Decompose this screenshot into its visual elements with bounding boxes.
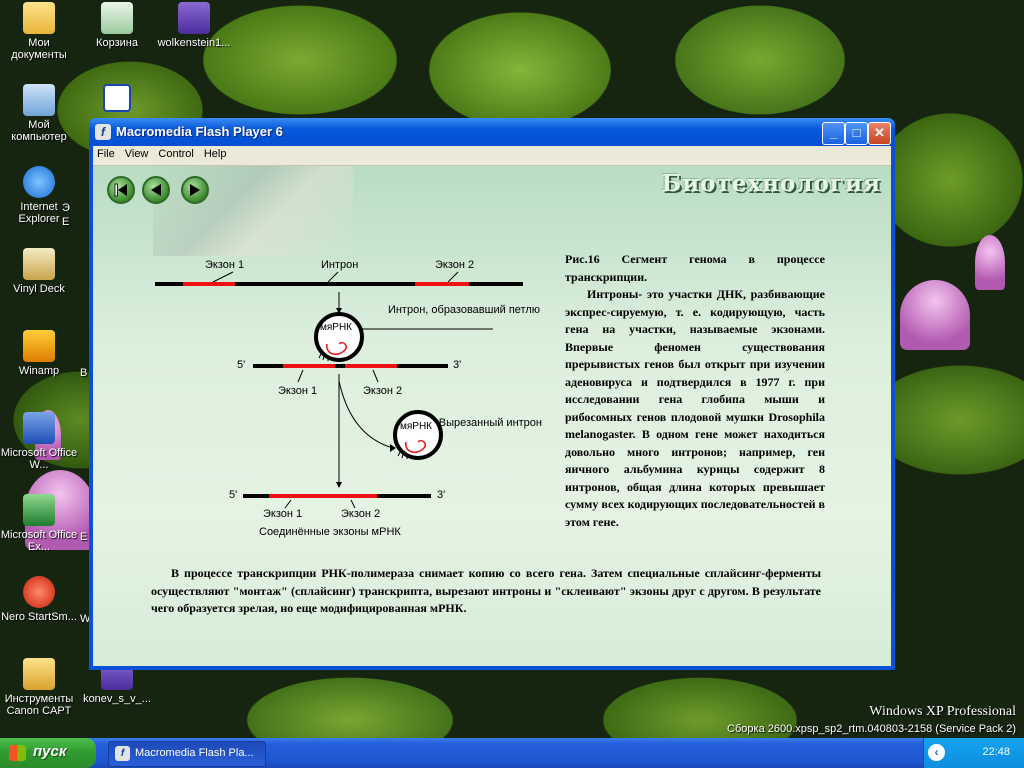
folder-icon <box>23 2 55 34</box>
brand-title: Биотехнология <box>661 170 881 197</box>
menu-file[interactable]: File <box>93 146 121 160</box>
icon-label: Корзина <box>96 37 138 49</box>
icon-label: Winamp <box>18 365 60 377</box>
partial-icon-label: E <box>62 216 70 228</box>
label-3prime-bottom: 3' <box>437 489 445 501</box>
desktop-icon-excel[interactable]: Microsoft Office Ex... <box>0 494 78 553</box>
icon-label: Nero StartSm... <box>1 611 77 623</box>
nav-next-button[interactable] <box>181 176 209 204</box>
os-watermark: Windows XP Professional Сборка 2600.xpsp… <box>727 704 1016 735</box>
icon-label: Мои документы <box>11 37 67 61</box>
label-cut-intron: Вырезанный интрон <box>439 417 542 429</box>
desktop-icon-my-computer[interactable]: Мой компьютер <box>0 84 78 143</box>
label-mrna-loop: мяРНК <box>320 322 352 333</box>
icon-label: Мой компьютер <box>11 119 67 143</box>
desktop-icon-nero[interactable]: Nero StartSm... <box>0 576 78 623</box>
internet-explorer-icon <box>23 166 55 198</box>
arrow-left-icon <box>151 184 161 196</box>
clock[interactable]: 22:48 <box>982 746 1010 758</box>
icon-label: Microsoft Office W... <box>0 447 78 471</box>
system-tray: ‹ 22:48 <box>923 738 1024 768</box>
menu-control[interactable]: Control <box>154 146 199 160</box>
label-mrna-cut: мяРНК <box>400 421 432 432</box>
label-5prime-mid: 5' <box>237 359 245 371</box>
recycle-bin-icon <box>101 2 133 34</box>
word-icon <box>23 412 55 444</box>
vinyl-deck-icon <box>23 248 55 280</box>
icon-label: Vinyl Deck <box>13 283 65 295</box>
flash-icon: f <box>115 746 130 761</box>
label-exon2-top: Экзон 2 <box>435 259 474 271</box>
icon-label: konev_s_v_... <box>83 693 151 705</box>
nero-icon <box>23 576 55 608</box>
label-result: Соединённые экзоны мРНК <box>259 526 401 538</box>
winamp-icon <box>23 330 55 362</box>
djvu-file-icon <box>178 2 210 34</box>
label-exon1-top: Экзон 1 <box>205 259 244 271</box>
desktop-icon-my-documents[interactable]: Мои документы <box>0 2 78 61</box>
desktop-icon-word[interactable]: Microsoft Office W... <box>0 412 78 471</box>
flash-stage[interactable]: Биотехнология Экзон 1 Интрон Экзон 2 мяР… <box>93 166 891 666</box>
taskbar: пуск f Macromedia Flash Pla... RU ‹ 22:4… <box>0 738 1024 768</box>
maximize-button[interactable]: □ <box>845 122 868 145</box>
skip-back-icon <box>114 183 127 197</box>
close-button[interactable]: ✕ <box>868 122 891 145</box>
label-exon1-bottom: Экзон 1 <box>263 508 302 520</box>
label-loop-line1: Интрон, образовавший петлю <box>388 304 540 316</box>
label-5prime-bottom: 5' <box>229 489 237 501</box>
start-button[interactable]: пуск <box>0 738 96 768</box>
nav-first-button[interactable] <box>107 176 135 204</box>
os-name: Windows XP Professional <box>869 704 1016 719</box>
taskbar-button-flash[interactable]: f Macromedia Flash Pla... <box>108 741 266 767</box>
os-build: Сборка 2600.xpsp_sp2_rtm.040803-2158 (Se… <box>727 723 1016 735</box>
show-hidden-icons-icon[interactable]: ‹ <box>928 744 945 761</box>
taskbar-button-label: Macromedia Flash Pla... <box>135 747 254 759</box>
app-icon <box>103 84 131 112</box>
body-text: В процессе транскрипции РНК-полимераза с… <box>151 566 821 615</box>
menu-help[interactable]: Help <box>200 146 233 160</box>
lotus-flower <box>900 280 970 350</box>
lotus-flower <box>975 235 1005 290</box>
desktop-icon-unknown[interactable] <box>78 84 156 115</box>
icon-label: wolkenstein1... <box>157 37 231 49</box>
label-intron-top: Интрон <box>321 259 358 271</box>
caption-body: Интроны- это участки ДНК, разбивающие эк… <box>565 287 825 529</box>
minimize-button[interactable]: _ <box>822 122 845 145</box>
splicing-diagram: Экзон 1 Интрон Экзон 2 мяРНК Интрон, обр… <box>155 259 542 538</box>
label-exon2-mid: Экзон 2 <box>363 385 402 397</box>
label-exon1-mid: Экзон 1 <box>278 385 317 397</box>
menu-bar: File View Control Help <box>93 146 891 166</box>
desktop-icon-vinyl-deck[interactable]: Vinyl Deck <box>0 248 78 295</box>
desktop-icon-wolkenstein[interactable]: wolkenstein1... <box>155 2 233 49</box>
icon-label: Microsoft Office Ex... <box>0 529 78 553</box>
start-label: пуск <box>33 743 67 760</box>
desktop-icon-canon[interactable]: Инструменты Canon CAPT <box>0 658 78 717</box>
label-exon2-bottom: Экзон 2 <box>341 508 380 520</box>
my-computer-icon <box>23 84 55 116</box>
partial-icon-label: Э <box>62 202 70 214</box>
icon-label: Инструменты Canon CAPT <box>4 693 74 717</box>
arrow-right-icon <box>190 184 200 196</box>
canon-tools-icon <box>23 658 55 690</box>
flash-icon: f <box>95 124 111 140</box>
nav-prev-button[interactable] <box>142 176 170 204</box>
figure-caption: Рис.16 Сегмент генома в процессе транскр… <box>565 251 825 531</box>
caption-title: Рис.16 Сегмент генома в процессе транскр… <box>565 252 825 284</box>
window-title: Macromedia Flash Player 6 <box>116 124 283 139</box>
title-bar[interactable]: f Macromedia Flash Player 6 _ □ ✕ <box>89 118 895 146</box>
desktop-icon-recycle-bin[interactable]: Корзина <box>78 2 156 49</box>
menu-view[interactable]: View <box>121 146 155 160</box>
excel-icon <box>23 494 55 526</box>
label-3prime-mid: 3' <box>453 359 461 371</box>
windows-flag-icon <box>9 745 26 761</box>
flash-player-window[interactable]: f Macromedia Flash Player 6 _ □ ✕ File Vi… <box>89 118 895 670</box>
desktop-icon-winamp[interactable]: Winamp <box>0 330 78 377</box>
